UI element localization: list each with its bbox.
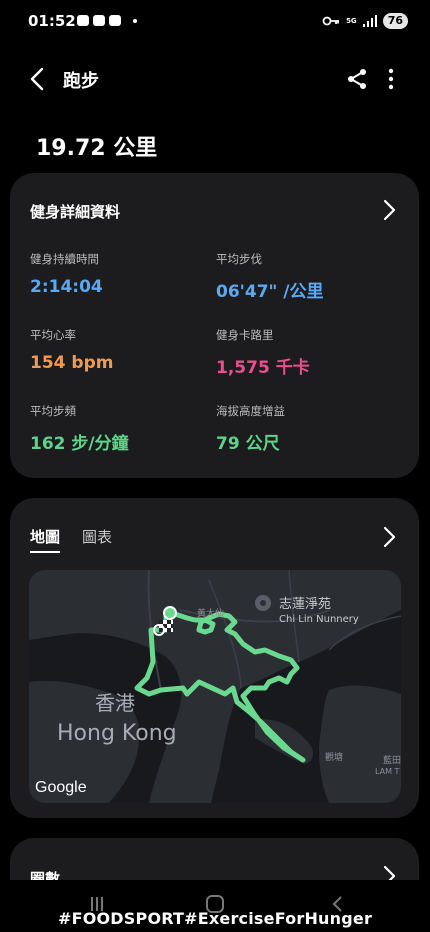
metric-value: 2:14:04 (30, 277, 103, 297)
app-notification-icon (77, 15, 89, 26)
more-notifications-dot-icon (133, 18, 137, 23)
tab-chart[interactable]: 圖表 (82, 526, 112, 553)
map-attribution: Google (35, 779, 87, 796)
metric-avg-cadence: 平均步頻 162 步/分鐘 (30, 403, 129, 454)
metric-avg-pace: 平均步伐 06'47" /公里 (216, 251, 324, 302)
status-time: 01:52 (28, 12, 76, 30)
metric-value: 1,575 千卡 (216, 358, 310, 378)
poi-label-en: Chi Lin Nunnery (279, 614, 359, 625)
district-label: 藍田 (383, 754, 401, 766)
chat-notification-icon (93, 15, 105, 26)
map-tabs: 地圖 圖表 (30, 526, 112, 553)
start-marker-icon (163, 606, 177, 620)
poi-label-zh: 志蓮淨苑 (279, 597, 331, 612)
metric-label: 健身持續時間 (30, 252, 99, 266)
metric-value: 79 公尺 (216, 434, 280, 454)
city-label-zh: 香港 (95, 691, 135, 715)
map-card: 地圖 圖表 志蓮淨苑 Chi Lin Nunnery 黃大仙 香港 Hong K… (10, 498, 419, 818)
signal-icon (362, 15, 377, 27)
distance-total: 19.72 公里 (36, 136, 158, 161)
metric-calories: 健身卡路里 1,575 千卡 (216, 327, 310, 378)
metric-duration: 健身持續時間 2:14:04 (30, 251, 103, 297)
notification-icons (77, 15, 137, 26)
more-options-icon[interactable] (380, 66, 402, 92)
metric-avg-heart-rate: 平均心率 154 bpm (30, 327, 113, 373)
share-icon[interactable] (346, 68, 368, 90)
map-canvas: 志蓮淨苑 Chi Lin Nunnery 黃大仙 香港 Hong Kong 觀塘… (29, 570, 401, 803)
battery-indicator: 76 (382, 13, 408, 29)
metric-value: 154 bpm (30, 353, 114, 373)
district-label: LAM T (375, 767, 400, 776)
metric-elevation-gain: 海拔高度增益 79 公尺 (216, 403, 285, 454)
route-map[interactable]: 志蓮淨苑 Chi Lin Nunnery 黃大仙 香港 Hong Kong 觀塘… (29, 570, 401, 803)
app-bar: 跑步 (0, 56, 430, 102)
city-label-en: Hong Kong (57, 721, 177, 746)
metric-label: 海拔高度增益 (216, 404, 285, 418)
metric-label: 平均步伐 (216, 252, 262, 266)
district-label: 觀塘 (325, 751, 343, 763)
status-right: 5G 76 (322, 13, 408, 29)
mail-notification-icon (109, 15, 121, 26)
metric-label: 平均步頻 (30, 404, 76, 418)
chevron-right-icon[interactable] (381, 198, 397, 222)
status-bar: 01:52 5G 76 (0, 0, 430, 46)
page-title: 跑步 (63, 71, 99, 92)
district-label: 黃大仙 (197, 607, 224, 619)
network-type-label: 5G (346, 16, 357, 25)
metric-value: 162 步/分鐘 (30, 434, 129, 454)
vpn-key-icon (322, 16, 340, 26)
metric-label: 平均心率 (30, 328, 76, 342)
metric-value: 06'47" /公里 (216, 282, 324, 302)
back-button[interactable] (26, 66, 50, 92)
tab-map[interactable]: 地圖 (30, 526, 61, 553)
hashtag-overlay: #FOODSPORT#ExerciseForHunger (57, 909, 373, 928)
metric-label: 健身卡路里 (216, 328, 274, 342)
fitness-details-title: 健身詳細資料 (30, 203, 121, 221)
chevron-right-icon[interactable] (381, 525, 397, 549)
fitness-details-card[interactable]: 健身詳細資料 健身持續時間 2:14:04 平均步伐 06'47" /公里 平均… (10, 173, 419, 478)
land-east (319, 685, 401, 803)
